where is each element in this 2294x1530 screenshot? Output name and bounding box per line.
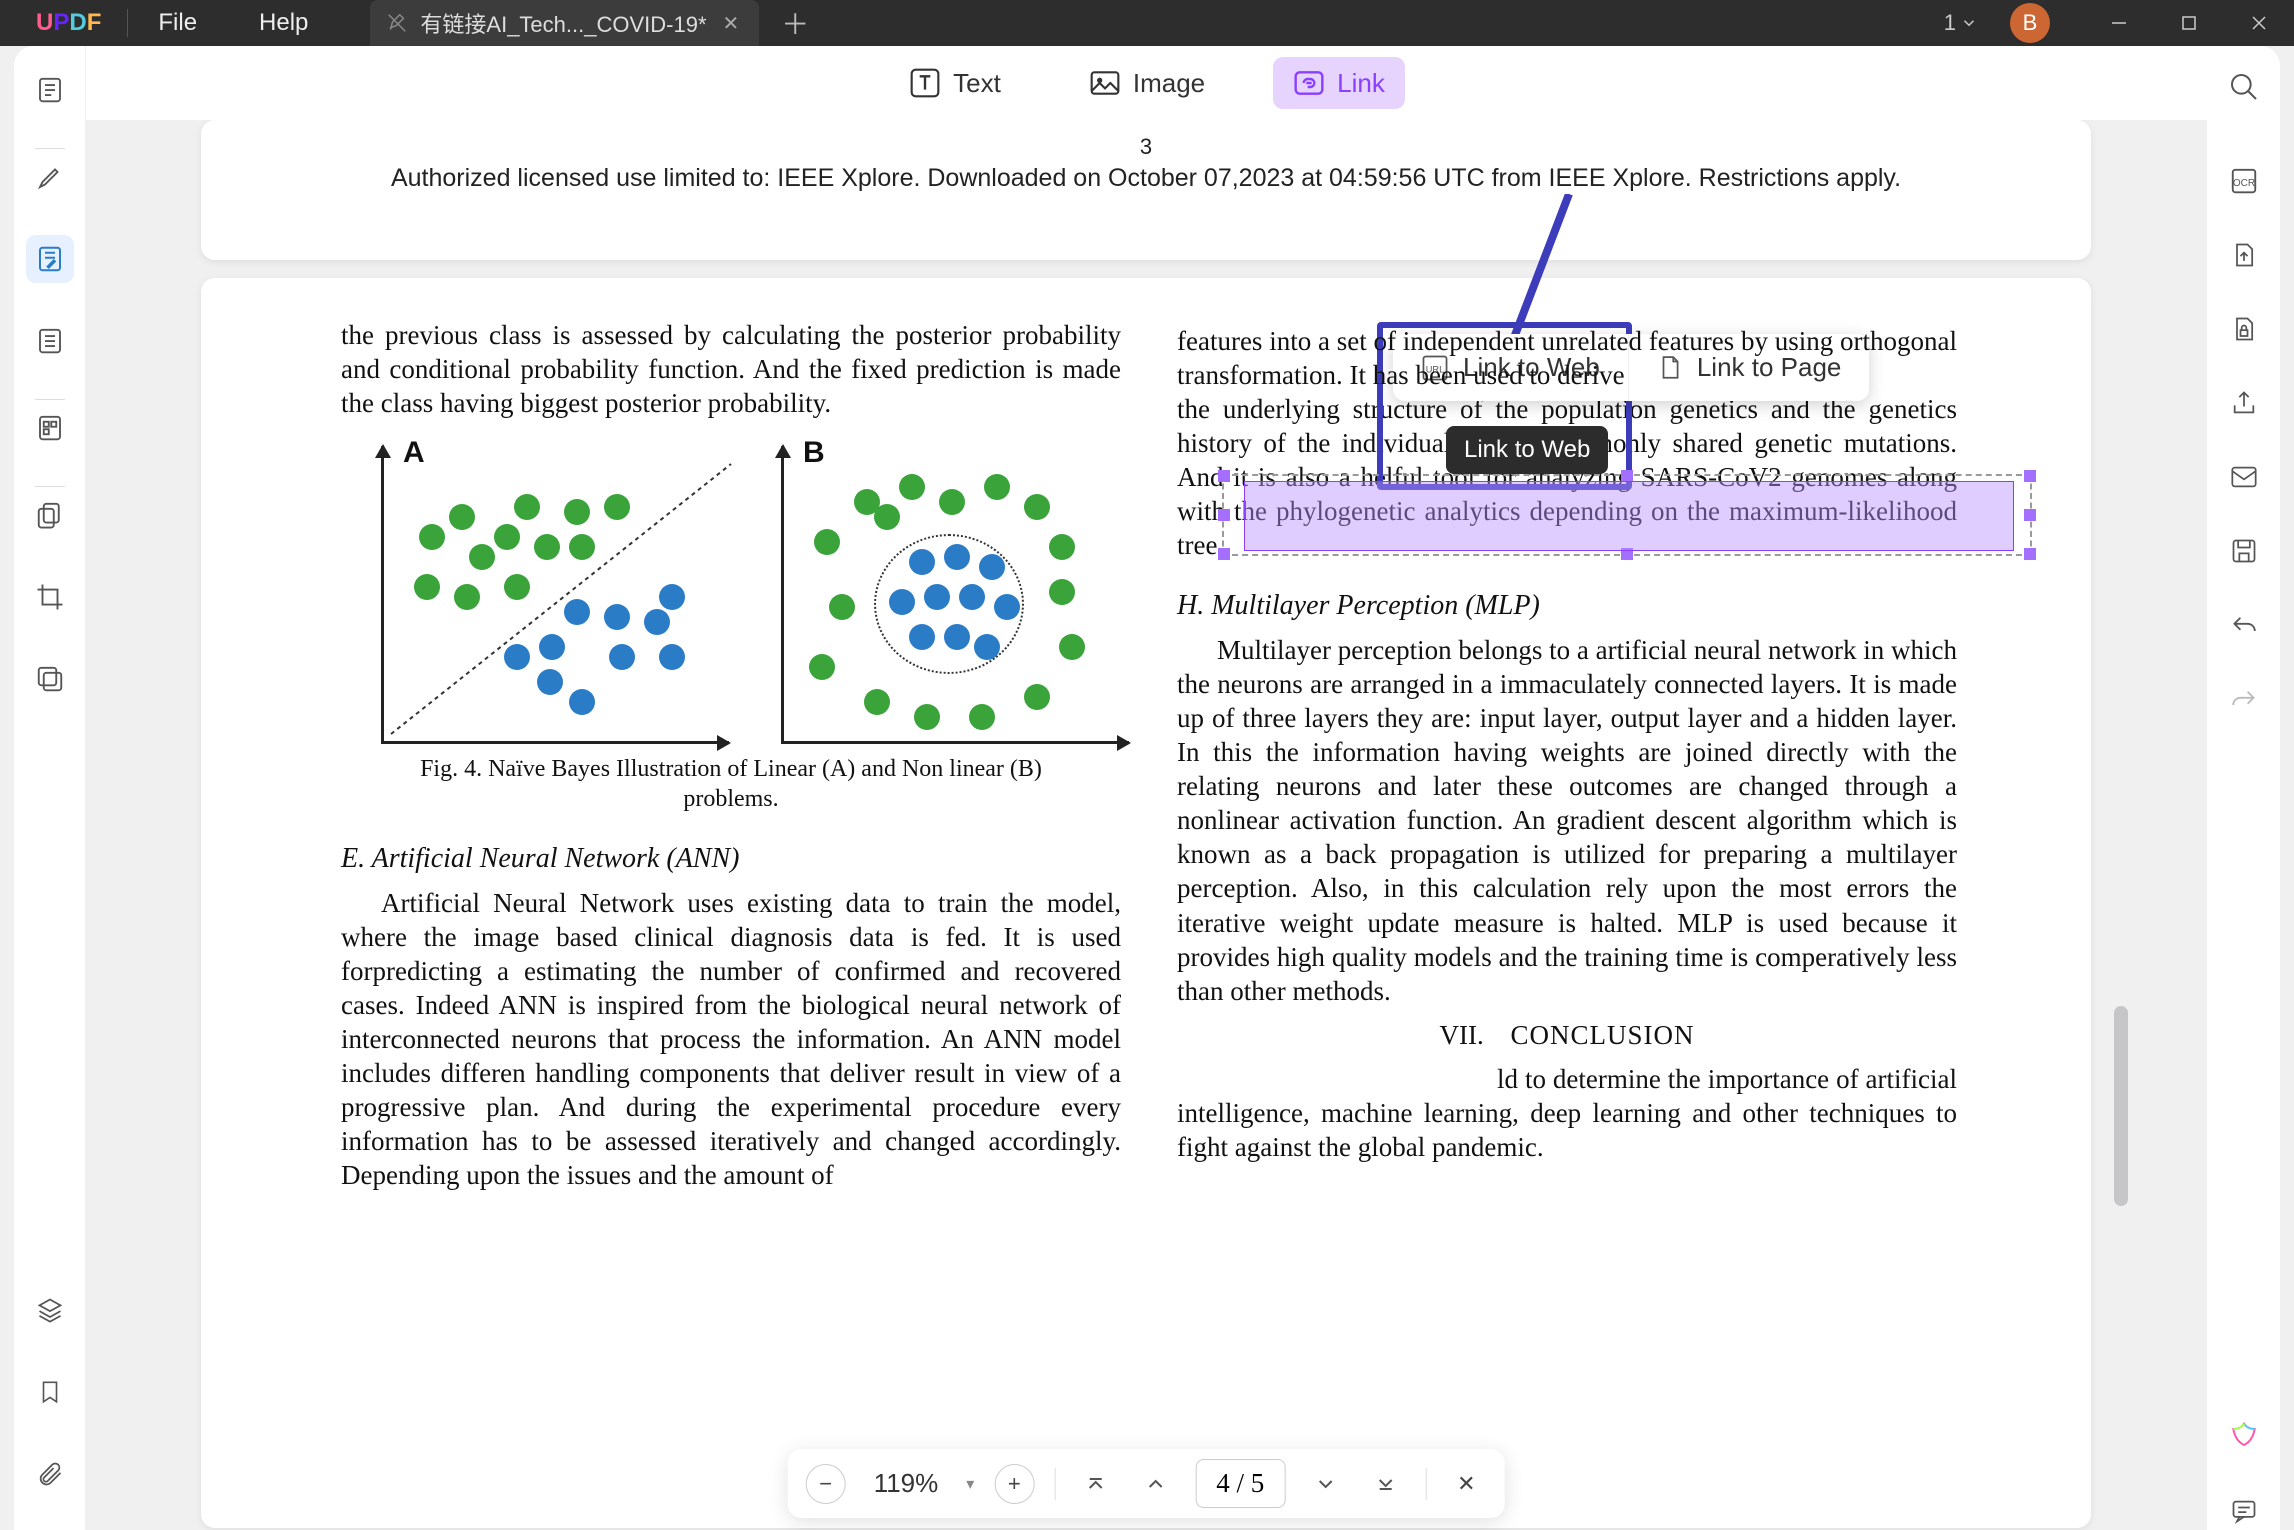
maximize-icon [2181,15,2197,31]
redo-button[interactable] [2225,680,2263,718]
comment-button[interactable] [2225,1492,2263,1530]
next-page-button[interactable] [1305,1464,1345,1504]
batch-tool[interactable] [26,655,74,703]
user-avatar[interactable]: B [2010,3,2050,43]
link-to-web-tooltip: Link to Web [1446,426,1608,474]
zoom-dropdown[interactable]: ▾ [966,1474,974,1494]
left-sidebar [14,46,86,1530]
minimize-button[interactable] [2084,0,2154,46]
close-icon [2250,14,2268,32]
layers-button[interactable] [26,1286,74,1334]
page-number-text: 3 [201,134,2091,160]
close-window-button[interactable] [2224,0,2294,46]
link-icon [1293,67,1325,99]
zoom-level: 119% [866,1468,947,1499]
new-tab-button[interactable]: ＋ [781,3,809,43]
convert-button[interactable] [2225,236,2263,274]
protect-button[interactable] [2225,310,2263,348]
link-button[interactable]: Link [1273,57,1405,109]
page: 3 Authorized licensed use limited to: IE… [201,120,2091,260]
app-logo: UPDF [36,9,101,37]
email-button[interactable] [2225,458,2263,496]
minimize-icon [2110,14,2128,32]
svg-text:OCR: OCR [2232,178,2254,189]
figure-caption: Fig. 4. Naïve Bayes Illustration of Line… [341,754,1121,814]
tab-title: 有链接AI_Tech..._COVID-19* [420,7,706,39]
figure-a: A [359,434,729,744]
titlebar: UPDF File Help 有链接AI_Tech..._COVID-19* ✕… [0,0,2294,46]
text-icon [909,67,941,99]
text-button[interactable]: Text [889,57,1021,109]
figure-b: B [759,434,1129,744]
link-highlight [1244,481,2014,551]
search-button[interactable] [2225,68,2263,106]
chevron-down-icon [1960,14,1978,32]
menu-file[interactable]: File [158,9,197,37]
page-indicator[interactable]: 4 / 5 [1195,1459,1285,1508]
text-tool[interactable] [26,317,74,365]
copy-tool[interactable] [26,491,74,539]
undo-button[interactable] [2225,606,2263,644]
image-icon [1089,67,1121,99]
ocr-button[interactable]: OCR [2225,162,2263,200]
reader-tool[interactable] [26,66,74,114]
text-column-left: the previous class is assessed by calcul… [341,318,1121,1192]
section-heading: E. Artificial Neural Network (ANN) [341,841,1121,876]
organize-tool[interactable] [26,404,74,452]
prev-page-button[interactable] [1135,1464,1175,1504]
first-page-button[interactable] [1075,1464,1115,1504]
edit-tool[interactable] [26,235,74,283]
document-tab[interactable]: 有链接AI_Tech..._COVID-19* ✕ [370,0,759,46]
tab-close-button[interactable]: ✕ [719,11,744,36]
ai-button[interactable] [2225,1418,2263,1456]
share-button[interactable] [2225,384,2263,422]
section-title: VII. CONCLUSION [1177,1018,1957,1052]
zoom-nav-bar: − 119% ▾ + 4 / 5 ✕ [788,1449,1505,1518]
menu-help[interactable]: Help [259,9,308,37]
zoom-in-button[interactable]: + [994,1464,1034,1504]
scrollbar-thumb[interactable] [2114,1006,2128,1206]
attachment-button[interactable] [26,1450,74,1498]
last-page-button[interactable] [1365,1464,1405,1504]
save-button[interactable] [2225,532,2263,570]
close-bar-button[interactable]: ✕ [1446,1464,1486,1504]
tab-count[interactable]: 1 [1944,10,1978,36]
document-area: 3 Authorized licensed use limited to: IE… [86,46,2206,1530]
page: URL Link to Web Link to Page Link to Web [201,278,2091,1528]
pencil-slash-icon [386,12,408,34]
bookmark-button[interactable] [26,1368,74,1416]
crop-tool[interactable] [26,573,74,621]
footer-text: Authorized licensed use limited to: IEEE… [201,164,2091,193]
zoom-out-button[interactable]: − [806,1464,846,1504]
section-heading: H. Multilayer Perception (MLP) [1177,588,1957,623]
image-button[interactable]: Image [1069,57,1225,109]
highlight-tool[interactable] [26,153,74,201]
maximize-button[interactable] [2154,0,2224,46]
edit-toolbar: Text Image Link [86,46,2208,120]
right-sidebar: OCR [2206,46,2280,1530]
separator [127,9,128,37]
